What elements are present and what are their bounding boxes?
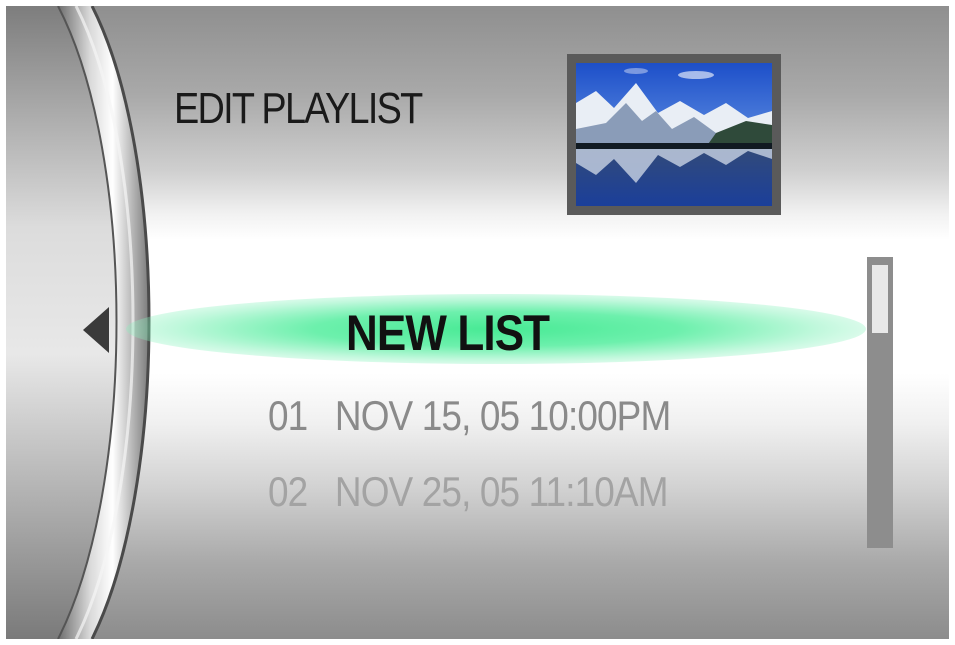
playlist-item-01[interactable]: 01 NOV 15, 05 10:00PM — [268, 392, 671, 440]
page-title: EDIT PLAYLIST — [174, 84, 423, 133]
mountain-lake-photo-thumbnail — [576, 63, 772, 206]
preview-thumbnail — [567, 54, 781, 215]
playlist-item-date: NOV 15, 05 10:00PM — [334, 392, 671, 439]
left-triangle-arrow-icon[interactable] — [83, 307, 109, 353]
scrollbar-track[interactable] — [867, 257, 893, 548]
playlist-screen: EDIT PLAYLIST NEW LIST 01 NOV 15, 05 10:… — [6, 6, 949, 639]
playlist-item-date: NOV 25, 05 11:10AM — [334, 468, 669, 515]
playlist-item-number: 01 — [268, 392, 308, 439]
scrollbar-thumb[interactable] — [872, 265, 888, 333]
new-list-item[interactable]: NEW LIST — [346, 304, 550, 362]
playlist-item-02[interactable]: 02 NOV 25, 05 11:10AM — [268, 468, 668, 516]
playlist-item-number: 02 — [268, 468, 308, 515]
